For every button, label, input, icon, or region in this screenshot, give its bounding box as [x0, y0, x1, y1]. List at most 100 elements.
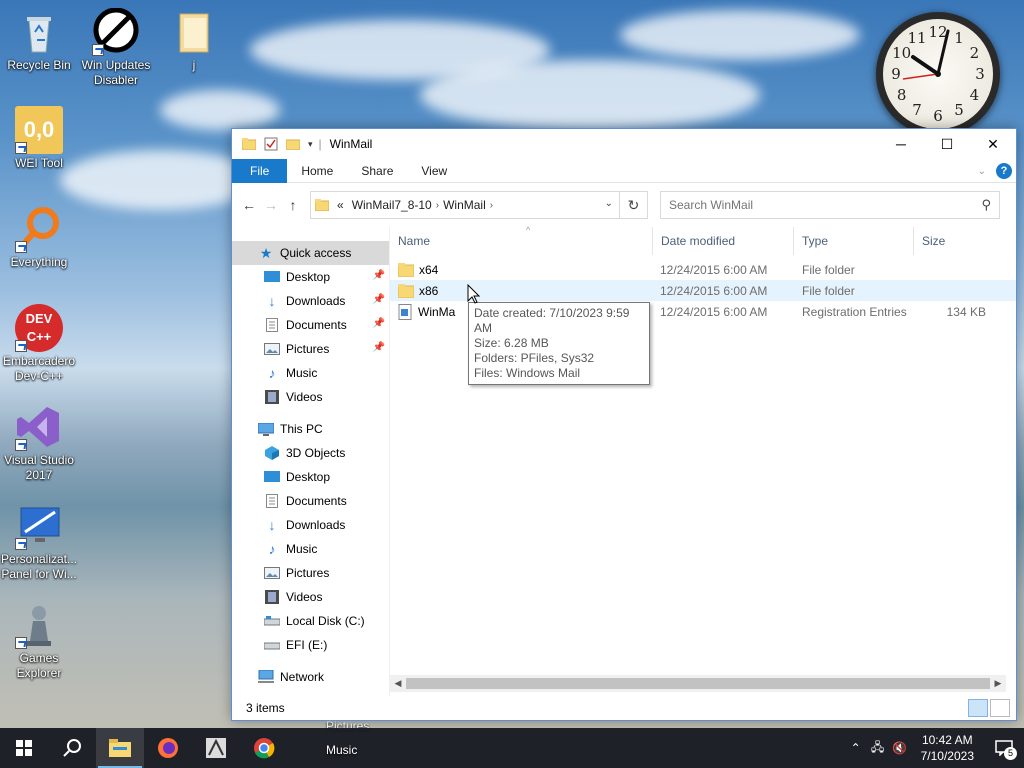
expand-ribbon-chevron-icon[interactable]: ⌄: [978, 166, 986, 177]
nav-quick-documents[interactable]: Documents 📌: [232, 313, 389, 337]
nav-quick-pictures[interactable]: Pictures 📌: [232, 337, 389, 361]
scroll-right-icon[interactable]: ▶: [990, 678, 1006, 689]
folder-icon: [315, 199, 329, 211]
new-folder-icon[interactable]: [286, 138, 300, 150]
network-icon[interactable]: 🖧: [867, 738, 889, 759]
taskbar-app[interactable]: [192, 728, 240, 768]
clock-number: 2: [969, 44, 980, 62]
desktop-icon-everything[interactable]: Everything: [0, 205, 78, 270]
pin-icon[interactable]: 📌: [373, 342, 385, 353]
breadcrumb-segment[interactable]: WinMail: [443, 198, 486, 212]
chess-piece-icon: [15, 601, 63, 649]
details-view-button[interactable]: [968, 699, 988, 717]
nav-quick-music[interactable]: ♪ Music: [232, 361, 389, 385]
back-button[interactable]: ←: [238, 194, 260, 216]
address-bar[interactable]: « WinMail7_8-10 › WinMail › ⌄: [310, 191, 620, 219]
documents-icon: [264, 494, 280, 508]
up-button[interactable]: ↑: [282, 194, 304, 216]
nav-quick-desktop[interactable]: Desktop 📌: [232, 265, 389, 289]
customize-qat-chevron-icon[interactable]: ▾: [308, 139, 313, 150]
desktop-icon-games-explorer[interactable]: Games Explorer: [0, 601, 78, 681]
nav-pc-desktop[interactable]: Desktop: [232, 465, 389, 489]
search-button[interactable]: [48, 728, 96, 768]
desktop-icon-recycle-bin[interactable]: Recycle Bin: [0, 8, 78, 73]
start-button[interactable]: [0, 728, 48, 768]
maximize-button[interactable]: ☐: [924, 129, 970, 159]
properties-icon[interactable]: [264, 137, 278, 151]
tab-share[interactable]: Share: [347, 159, 407, 183]
column-name[interactable]: Name: [390, 227, 652, 255]
search-icon[interactable]: ⚲: [981, 197, 991, 213]
column-date-modified[interactable]: Date modified: [652, 227, 794, 255]
address-dropdown-icon[interactable]: ⌄: [605, 198, 613, 209]
clock-number: 8: [896, 86, 907, 104]
breadcrumb-chevron-icon[interactable]: ›: [436, 200, 439, 211]
action-center-button[interactable]: 5: [984, 728, 1024, 768]
help-icon[interactable]: ?: [996, 163, 1012, 179]
breadcrumb-chevron-icon[interactable]: ›: [490, 200, 493, 211]
pin-icon[interactable]: 📌: [373, 294, 385, 305]
taskbar-firefox[interactable]: [144, 728, 192, 768]
file-name: x64: [419, 262, 439, 277]
nav-quick-access[interactable]: ★ Quick access: [232, 241, 389, 265]
volume-muted-icon[interactable]: 🔇: [889, 741, 911, 755]
address-overflow[interactable]: «: [337, 198, 344, 212]
taskbar-clock[interactable]: 10:42 AM 7/10/2023: [911, 732, 984, 764]
tab-home[interactable]: Home: [287, 159, 347, 183]
large-icons-view-button[interactable]: [990, 699, 1010, 717]
download-arrow-icon: ↓: [268, 517, 276, 533]
pin-icon[interactable]: 📌: [373, 318, 385, 329]
scrollbar-thumb[interactable]: [406, 678, 990, 689]
shortcut-arrow-icon: [15, 340, 27, 352]
nav-this-pc[interactable]: This PC: [232, 417, 389, 441]
monitor-icon: [15, 502, 63, 550]
column-type[interactable]: Type: [794, 227, 914, 255]
explorer-window[interactable]: ▾ | WinMail ─ ☐ ✕ File Home Share View ⌄…: [231, 128, 1017, 721]
desktop-icon-personalization[interactable]: Personalizat... Panel for Wi...: [0, 502, 78, 582]
desktop-icon-label: j: [192, 58, 196, 72]
refresh-button[interactable]: ↻: [620, 191, 648, 219]
desktop-icon-dev-cpp[interactable]: DEV C++ Embarcadero Dev-C++: [0, 304, 78, 384]
show-hidden-icons-chevron-icon[interactable]: ⌃: [845, 741, 867, 755]
nav-pc-pictures[interactable]: Pictures: [232, 561, 389, 585]
clock-number: 7: [912, 101, 922, 120]
search-input[interactable]: [669, 198, 949, 212]
forward-button[interactable]: →: [260, 194, 282, 216]
nav-pc-efi[interactable]: EFI (E:): [232, 633, 389, 657]
minimize-button[interactable]: ─: [878, 129, 924, 159]
pin-icon[interactable]: 📌: [373, 270, 385, 281]
file-explorer-icon: [109, 739, 131, 757]
desktop-icon-j[interactable]: j: [155, 8, 233, 73]
search-box[interactable]: ⚲: [660, 191, 1000, 219]
column-size[interactable]: Size: [914, 227, 994, 255]
file-date: 12/24/2015 6:00 AM: [660, 262, 768, 277]
breadcrumb-segment[interactable]: WinMail7_8-10: [352, 198, 432, 212]
close-button[interactable]: ✕: [970, 129, 1016, 159]
nav-pc-downloads[interactable]: ↓ Downloads: [232, 513, 389, 537]
nav-network[interactable]: Network: [232, 665, 389, 689]
nav-pc-videos[interactable]: Videos: [232, 585, 389, 609]
horizontal-scrollbar[interactable]: ◀ ▶: [390, 675, 1006, 692]
scroll-left-icon[interactable]: ◀: [390, 678, 406, 689]
navigation-pane[interactable]: ★ Quick access Desktop 📌 ↓ Downloads 📌 D…: [232, 227, 390, 696]
file-row[interactable]: x86 12/24/2015 6:00 AM File folder: [390, 280, 1016, 301]
nav-pc-local-disk[interactable]: Local Disk (C:): [232, 609, 389, 633]
tab-view[interactable]: View: [407, 159, 461, 183]
file-name-cell: x86: [390, 283, 652, 298]
desktop-icon-wei-tool[interactable]: 0,0 WEI Tool: [0, 106, 78, 171]
nav-label: Videos: [286, 590, 323, 604]
clock-widget[interactable]: 12 1 2 3 4 5 6 7 8 9 10 11: [876, 12, 1000, 136]
nav-pc-3d-objects[interactable]: 3D Objects: [232, 441, 389, 465]
tab-file[interactable]: File: [232, 158, 288, 183]
title-bar[interactable]: ▾ | WinMail ─ ☐ ✕: [232, 129, 1016, 159]
file-list[interactable]: ^ Name Date modified Type Size x64 12/24…: [390, 225, 1016, 696]
desktop-icon-win-updates-disabler[interactable]: Win Updates Disabler: [77, 7, 155, 88]
nav-pc-documents[interactable]: Documents: [232, 489, 389, 513]
nav-quick-downloads[interactable]: ↓ Downloads 📌: [232, 289, 389, 313]
file-row[interactable]: x64 12/24/2015 6:00 AM File folder: [390, 259, 1016, 280]
nav-pc-music[interactable]: ♪ Music: [232, 537, 389, 561]
nav-quick-videos[interactable]: Videos: [232, 385, 389, 409]
desktop-icon-visual-studio[interactable]: Visual Studio 2017: [0, 403, 78, 483]
taskbar-chrome[interactable]: [240, 728, 288, 768]
taskbar-file-explorer[interactable]: [96, 728, 144, 768]
